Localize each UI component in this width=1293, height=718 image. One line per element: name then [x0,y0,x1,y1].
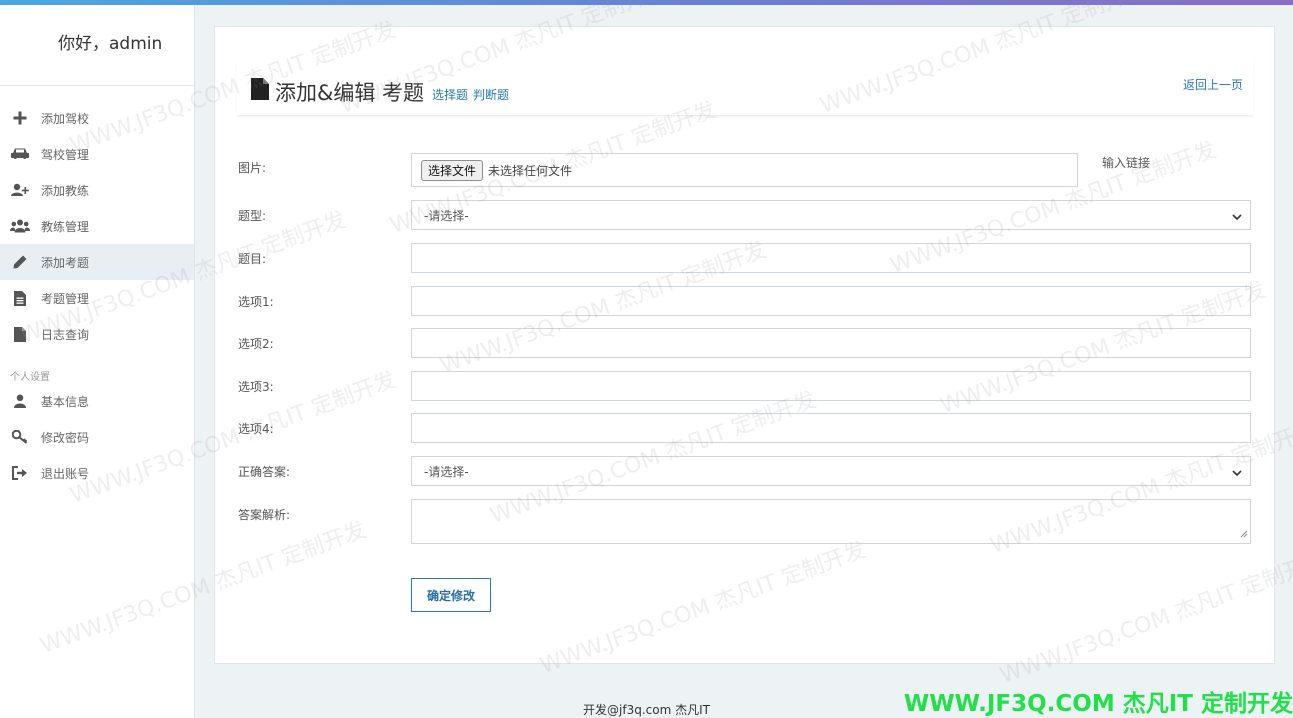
key-icon [0,430,40,444]
sidebar-item-label: 驾校管理 [41,147,90,162]
sidebar-item-label: 教练管理 [41,219,90,234]
sidebar-item-add-school[interactable]: 添加驾校 [0,100,194,136]
users-icon [0,219,40,233]
sidebar-item-log-query[interactable]: 日志查询 [0,316,194,352]
question-input[interactable] [411,243,1251,273]
sidebar-item-add-coach[interactable]: 添加教练 [0,172,194,208]
plus-icon [0,111,40,125]
sidebar-item-basic-info[interactable]: 基本信息 [0,383,194,419]
analysis-label: 答案解析: [238,508,291,522]
sidebar-item-label: 添加考题 [41,255,90,270]
option1-input[interactable] [411,286,1251,316]
file-status: 未选择任何文件 [488,163,573,178]
greeting: 你好，admin [58,34,163,54]
choose-file-button[interactable]: 选择文件 [421,159,484,181]
chevron-down-icon [1232,466,1242,480]
sidebar-section-personal: 个人设置 [10,372,50,383]
type-select-value: -请选择- [424,208,469,223]
option4-input[interactable] [411,413,1251,443]
sidebar-item-logout[interactable]: 退出账号 [0,455,194,491]
sidebar-item-school-manage[interactable]: 驾校管理 [0,136,194,172]
user-icon [0,394,40,408]
sidebar-item-add-question[interactable]: 添加考题 [0,244,194,280]
image-label: 图片: [238,161,267,175]
file-icon [0,326,40,342]
input-link-button[interactable]: 输入链接 [1102,154,1150,171]
back-link[interactable]: 返回上一页 [1183,76,1243,93]
answer-select[interactable]: -请选择- [411,456,1251,486]
sidebar-item-label: 基本信息 [41,394,90,409]
answer-select-value: -请选择- [424,464,469,479]
option2-label: 选项2: [238,337,274,351]
sidebar-item-label: 添加教练 [41,183,90,198]
file-text-icon [0,290,40,306]
image-file-input[interactable]: 选择文件 未选择任何文件 [411,153,1078,187]
type-label: 题型: [238,209,267,223]
resize-grip-icon[interactable] [1240,527,1248,541]
judge-question-link[interactable]: 判断题 [473,86,509,103]
sidebar-item-change-password[interactable]: 修改密码 [0,419,194,455]
option1-label: 选项1: [238,295,274,309]
sidebar: 你好，admin 添加驾校 驾校管理 添加教练 教练管理 添加考题 考题管理 日… [0,5,195,718]
question-label: 题目: [238,252,267,266]
sidebar-item-label: 修改密码 [41,430,90,445]
sidebar-item-question-manage[interactable]: 考题管理 [0,280,194,316]
corner-watermark: WWW.JF3Q.COM 杰凡IT 定制开发 [903,691,1293,717]
page-title: 添加&编辑 考题 [275,81,425,105]
sidebar-item-label: 添加驾校 [41,111,90,126]
chevron-down-icon [1232,210,1242,224]
sign-out-icon [0,466,40,480]
sidebar-item-label: 日志查询 [41,327,90,342]
car-icon [0,147,40,161]
option4-label: 选项4: [238,422,274,436]
submit-button[interactable]: 确定修改 [411,578,491,612]
card-header: 添加&编辑 考题 选择题 判断题 返回上一页 [237,58,1253,116]
pencil-icon [0,255,40,269]
answer-label: 正确答案: [238,465,291,479]
analysis-textarea[interactable] [411,499,1251,544]
sidebar-divider [0,85,194,86]
user-add-icon [0,183,40,197]
option3-input[interactable] [411,371,1251,401]
choice-question-link[interactable]: 选择题 [432,86,468,103]
option2-input[interactable] [411,328,1251,358]
sidebar-item-label: 退出账号 [41,466,90,481]
sidebar-item-label: 考题管理 [41,291,90,306]
file-icon [251,78,269,103]
type-select[interactable]: -请选择- [411,200,1251,230]
option3-label: 选项3: [238,380,274,394]
sidebar-item-coach-manage[interactable]: 教练管理 [0,208,194,244]
